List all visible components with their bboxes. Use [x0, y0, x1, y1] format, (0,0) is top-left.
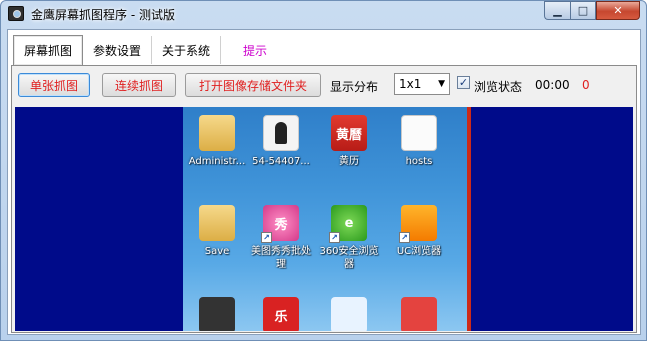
tab-settings[interactable]: 参数设置: [83, 36, 153, 64]
tab-hint[interactable]: 提示: [221, 36, 277, 64]
desktop-icon: 54-54407...: [249, 115, 313, 168]
caption-buttons: ▁ □ ✕: [544, 1, 640, 20]
desktop-icon: ↗ UC浏览器: [387, 205, 451, 258]
capture-preview: Administr... 54-54407... 黄曆 黄历 hosts Sav…: [15, 107, 633, 331]
user-folder-icon: [199, 115, 235, 151]
folder-icon: [199, 205, 235, 241]
camera-app-icon: [8, 6, 24, 21]
captured-screen-image: Administr... 54-54407... 黄曆 黄历 hosts Sav…: [183, 107, 471, 331]
photo-icon: [263, 115, 299, 151]
layout-label: 显示分布: [330, 80, 379, 94]
continuous-capture-button[interactable]: 连续抓图: [102, 73, 176, 97]
title-bar[interactable]: 金鹰屏幕抓图程序 - 测试版 ▁ □ ✕: [1, 1, 646, 28]
desktop-icon: hosts: [387, 115, 451, 168]
layout-select[interactable]: 1x1 ▼: [394, 73, 450, 95]
shortcut-arrow-icon: ↗: [399, 232, 410, 243]
desktop-icon: e ↗ 360安全浏览器: [317, 205, 381, 271]
maximize-button[interactable]: □: [570, 1, 596, 20]
calendar-icon: 黄曆: [331, 115, 367, 151]
camera-icon: [199, 297, 235, 331]
red-circle-app-icon: 乐: [263, 297, 299, 331]
file-icon: [401, 115, 437, 151]
chevron-down-icon: ▼: [438, 79, 445, 89]
desktop-icon: 乐: [249, 297, 313, 331]
desktop-icon: 黄曆 黄历: [317, 115, 381, 168]
minimize-button[interactable]: ▁: [544, 1, 570, 20]
tab-bar: 屏幕抓图 参数设置 关于系统 提示: [13, 35, 277, 66]
uc-browser-icon: ↗: [399, 205, 437, 243]
client-area: 屏幕抓图 参数设置 关于系统 提示 单张抓图 连续抓图 打开图像存储文件夹 显示…: [7, 29, 641, 335]
browse-label: 浏览状态: [474, 80, 523, 94]
capture-panel: 单张抓图 连续抓图 打开图像存储文件夹 显示分布 1x1 ▼ ✓ 浏览状态 00…: [11, 65, 637, 333]
close-button[interactable]: ✕: [596, 1, 640, 20]
app-window: 金鹰屏幕抓图程序 - 测试版 ▁ □ ✕ 屏幕抓图 参数设置 关于系统 提示 单…: [0, 0, 647, 341]
desktop-icon: 秀 ↗ 美图秀秀批处理: [249, 205, 313, 271]
browse-checkbox[interactable]: ✓: [457, 76, 470, 89]
360-browser-icon: e ↗: [329, 205, 367, 243]
desktop-icon: [185, 297, 249, 331]
capture-toolbar: 单张抓图 连续抓图 打开图像存储文件夹 显示分布 1x1 ▼ ✓ 浏览状态 00…: [12, 66, 636, 106]
tab-about[interactable]: 关于系统: [152, 36, 222, 64]
desktop-icon: Administr...: [185, 115, 249, 168]
wing-app-icon: [331, 297, 367, 331]
shortcut-arrow-icon: ↗: [261, 232, 272, 243]
shortcut-arrow-icon: ↗: [329, 232, 340, 243]
timer-display: 00:00: [535, 78, 570, 92]
screen-edge: [467, 107, 471, 331]
open-folder-button[interactable]: 打开图像存储文件夹: [185, 73, 321, 97]
single-capture-button[interactable]: 单张抓图: [18, 73, 90, 97]
layout-value: 1x1: [399, 77, 422, 91]
capture-count: 0: [582, 78, 590, 92]
tab-screen-capture[interactable]: 屏幕抓图: [13, 35, 84, 66]
red-square-app-icon: [401, 297, 437, 331]
window-title: 金鹰屏幕抓图程序 - 测试版: [31, 8, 175, 22]
meitu-icon: 秀 ↗: [261, 205, 299, 243]
desktop-icon: [317, 297, 381, 331]
desktop-icon: Save: [185, 205, 249, 258]
desktop-icon: [387, 297, 451, 331]
